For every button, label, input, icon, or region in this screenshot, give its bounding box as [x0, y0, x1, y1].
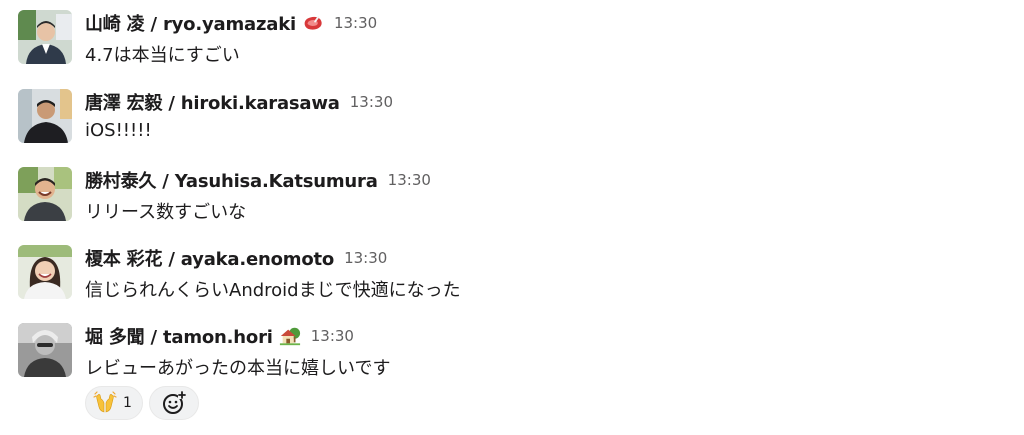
- timestamp[interactable]: 13:30: [311, 327, 354, 345]
- message-item: 勝村泰久 / Yasuhisa.Katsumura 13:30 リリース数すごい…: [0, 167, 1024, 239]
- house-with-garden-emoji-icon: [279, 325, 301, 347]
- reaction-raised-hands[interactable]: 1: [85, 386, 143, 420]
- add-reaction-icon: [162, 391, 186, 414]
- message-item: 唐澤 宏毅 / hiroki.karasawa 13:30 iOS!!!!!: [0, 89, 1024, 161]
- avatar[interactable]: [18, 323, 72, 377]
- message-header: 山崎 凌 / ryo.yamazaki 13:30: [85, 10, 377, 36]
- message-feed: 山崎 凌 / ryo.yamazaki 13:30 4.7は本当にすごい 唐澤 …: [0, 0, 1024, 435]
- avatar[interactable]: [18, 89, 72, 143]
- author-name[interactable]: 山崎 凌 / ryo.yamazaki: [85, 10, 296, 36]
- timestamp[interactable]: 13:30: [350, 93, 393, 111]
- message-text: リリース数すごいな: [85, 202, 247, 223]
- message-text: レビューあがったの本当に嬉しいです: [85, 358, 391, 379]
- reaction-count: 1: [123, 395, 132, 411]
- author-name[interactable]: 唐澤 宏毅 / hiroki.karasawa: [85, 89, 340, 115]
- avatar[interactable]: [18, 167, 72, 221]
- message-header: 堀 多聞 / tamon.hori 13:30: [85, 323, 354, 349]
- message-text: 信じられんくらいAndroidまじで快適になった: [85, 280, 461, 301]
- raised-hands-emoji-icon: [93, 391, 117, 415]
- reaction-bar: 1: [85, 386, 199, 420]
- timestamp[interactable]: 13:30: [388, 171, 431, 189]
- author-name[interactable]: 榎本 彩花 / ayaka.enomoto: [85, 245, 334, 271]
- timestamp[interactable]: 13:30: [334, 14, 377, 32]
- message-text: 4.7は本当にすごい: [85, 45, 240, 66]
- avatar[interactable]: [18, 245, 72, 299]
- message-header: 唐澤 宏毅 / hiroki.karasawa 13:30: [85, 89, 393, 115]
- message-item: 堀 多聞 / tamon.hori 13:30 レビューあがったの本当に嬉しいで…: [0, 323, 1024, 395]
- steak-emoji-icon: [302, 12, 324, 34]
- timestamp[interactable]: 13:30: [344, 249, 387, 267]
- message-item: 山崎 凌 / ryo.yamazaki 13:30 4.7は本当にすごい: [0, 10, 1024, 82]
- message-item: 榎本 彩花 / ayaka.enomoto 13:30 信じられんくらいAndr…: [0, 245, 1024, 317]
- message-header: 榎本 彩花 / ayaka.enomoto 13:30: [85, 245, 387, 271]
- message-header: 勝村泰久 / Yasuhisa.Katsumura 13:30: [85, 167, 431, 193]
- add-reaction-button[interactable]: [148, 386, 199, 420]
- message-text: iOS!!!!!: [85, 120, 152, 141]
- author-name[interactable]: 堀 多聞 / tamon.hori: [85, 323, 273, 349]
- author-name[interactable]: 勝村泰久 / Yasuhisa.Katsumura: [85, 167, 378, 193]
- avatar[interactable]: [18, 10, 72, 64]
